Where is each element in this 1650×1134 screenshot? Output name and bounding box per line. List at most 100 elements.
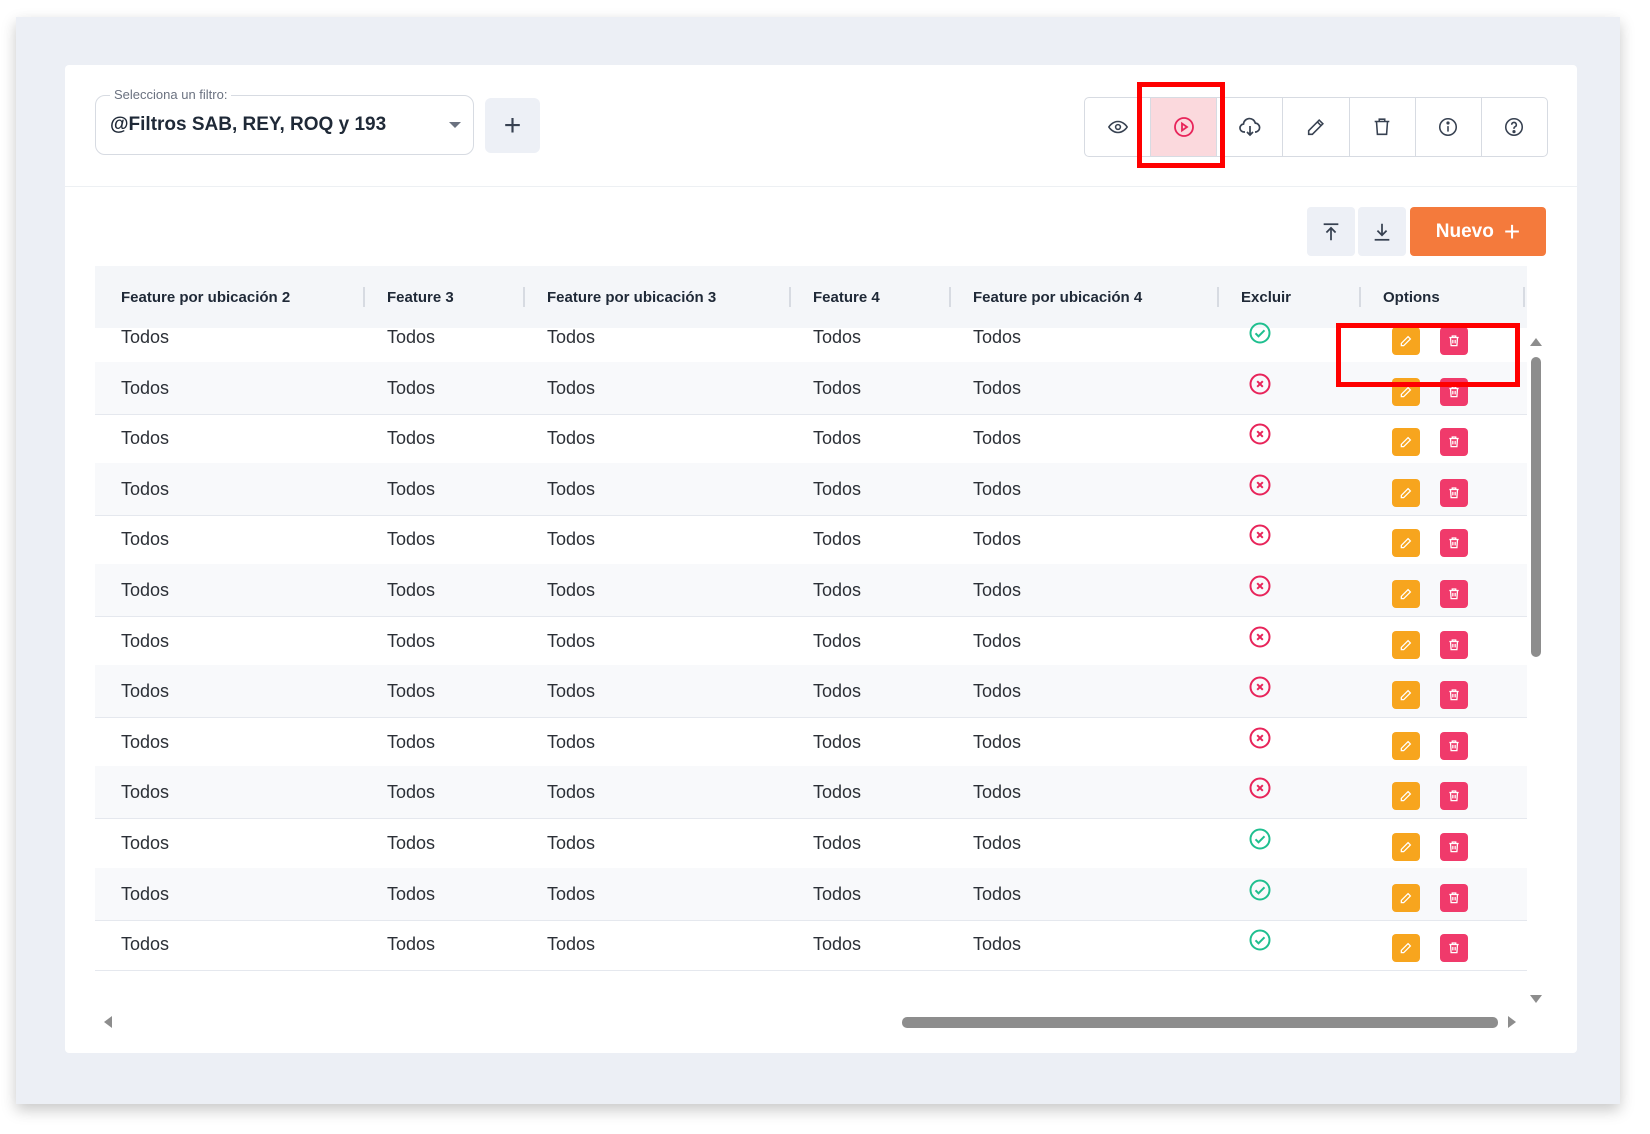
delete-row-button[interactable]	[1440, 529, 1468, 558]
help-button[interactable]	[1482, 98, 1547, 156]
info-button[interactable]	[1416, 98, 1482, 156]
table-row[interactable]: Todos Todos Todos Todos Todos	[95, 361, 1527, 415]
table-cell: Todos	[387, 934, 436, 955]
scroll-right-arrow[interactable]	[1508, 1016, 1516, 1028]
delete-row-button[interactable]	[1440, 478, 1468, 507]
scroll-up-arrow[interactable]	[1530, 338, 1542, 346]
delete-row-button[interactable]	[1440, 731, 1468, 760]
table-row[interactable]: Todos Todos Todos Todos Todos	[95, 311, 1527, 364]
delete-row-button[interactable]	[1440, 934, 1468, 963]
table-row[interactable]: Todos Todos Todos Todos Todos	[95, 564, 1527, 617]
run-button[interactable]	[1151, 98, 1218, 156]
delete-row-button[interactable]	[1440, 377, 1468, 406]
edit-row-button[interactable]	[1392, 428, 1420, 457]
table-row[interactable]: Todos Todos Todos Todos Todos	[95, 412, 1527, 466]
table-cell: Todos	[813, 428, 862, 449]
edit-row-button[interactable]	[1392, 934, 1420, 963]
table-row[interactable]: Todos Todos Todos Todos Todos	[95, 615, 1527, 668]
delete-row-button[interactable]	[1440, 833, 1468, 861]
delete-filter-button[interactable]	[1350, 98, 1416, 156]
download-button[interactable]	[1358, 207, 1406, 256]
new-button[interactable]: Nuevo +	[1410, 207, 1546, 256]
table-cell: Todos	[813, 782, 862, 803]
table-cell: Todos	[973, 782, 1022, 803]
delete-row-button[interactable]	[1440, 428, 1468, 457]
delete-row-button[interactable]	[1440, 327, 1468, 355]
table-cell: Todos	[973, 681, 1022, 702]
scroll-left-arrow[interactable]	[104, 1016, 112, 1028]
table-cell: Todos	[547, 630, 596, 651]
delete-row-button[interactable]	[1440, 580, 1468, 608]
table-cell: Todos	[973, 478, 1022, 499]
filter-select[interactable]: Selecciona un filtro: @Filtros SAB, REY,…	[95, 87, 474, 155]
edit-row-button[interactable]	[1392, 731, 1420, 760]
vertical-scrollbar[interactable]	[1531, 357, 1541, 657]
table-cell: Todos	[121, 327, 170, 347]
help-icon	[1505, 117, 1524, 137]
edit-row-button[interactable]	[1392, 529, 1420, 558]
table-row[interactable]: Todos Todos Todos Todos Todos	[95, 766, 1527, 820]
table-cell: Todos	[547, 681, 596, 702]
delete-row-button[interactable]	[1440, 782, 1468, 811]
edit-row-button[interactable]	[1392, 327, 1420, 355]
table-cell: Todos	[121, 478, 170, 499]
chevron-down-icon[interactable]	[449, 122, 461, 128]
edit-row-button[interactable]	[1392, 782, 1420, 811]
table-row[interactable]: Todos Todos Todos Todos Todos	[95, 817, 1527, 870]
check-circle-icon	[1248, 321, 1272, 345]
cloud-download-button[interactable]	[1217, 98, 1284, 156]
delete-row-button[interactable]	[1440, 681, 1468, 710]
edit-filter-button[interactable]	[1283, 98, 1350, 156]
table-cell: Todos	[973, 934, 1022, 955]
table-cell: Todos	[973, 580, 1022, 600]
eye-icon	[1107, 120, 1128, 134]
edit-row-button[interactable]	[1392, 580, 1420, 608]
data-table: Feature por ubicación 2 Feature 3 Feature …	[95, 266, 1527, 1013]
filter-label: Selecciona un filtro:	[110, 87, 232, 103]
x-circle-icon	[1248, 473, 1272, 497]
column-separator	[1523, 287, 1525, 307]
table-row[interactable]: Todos Todos Todos Todos Todos	[95, 716, 1527, 769]
table-cell: Todos	[973, 377, 1022, 398]
edit-row-button[interactable]	[1392, 377, 1420, 406]
table-row[interactable]: Todos Todos Todos Todos Todos	[95, 462, 1527, 516]
plus-icon: +	[1503, 215, 1521, 247]
info-icon	[1439, 117, 1458, 137]
table-cell: Todos	[973, 529, 1022, 550]
check-circle-icon	[1248, 827, 1272, 851]
view-button[interactable]	[1085, 98, 1152, 156]
cloud-download-icon	[1238, 117, 1261, 137]
edit-row-button[interactable]	[1392, 630, 1420, 659]
table-cell: Todos	[547, 327, 596, 347]
upload-button[interactable]	[1307, 207, 1355, 256]
table-cell: Todos	[387, 883, 436, 904]
table-cell: Todos	[121, 681, 170, 702]
delete-row-button[interactable]	[1440, 883, 1468, 912]
add-filter-button[interactable]: +	[485, 98, 540, 153]
table-row[interactable]: Todos Todos Todos Todos Todos	[95, 513, 1527, 567]
table-cell: Todos	[121, 833, 170, 853]
table-cell: Todos	[813, 883, 862, 904]
edit-row-button[interactable]	[1392, 681, 1420, 710]
edit-row-button[interactable]	[1392, 833, 1420, 861]
horizontal-scrollbar[interactable]	[902, 1017, 1498, 1028]
delete-row-button[interactable]	[1440, 630, 1468, 659]
edit-row-button[interactable]	[1392, 478, 1420, 507]
column-separator	[949, 287, 951, 307]
table-row[interactable]: Todos Todos Todos Todos Todos	[95, 918, 1527, 972]
table-row[interactable]: Todos Todos Todos Todos Todos	[95, 665, 1527, 719]
table-cell: Todos	[121, 731, 170, 752]
table-row[interactable]: Todos Todos Todos Todos Todos	[95, 867, 1527, 921]
column-separator	[1359, 287, 1361, 307]
upload-icon	[1323, 222, 1339, 240]
x-circle-icon	[1248, 726, 1272, 750]
scroll-down-arrow[interactable]	[1530, 995, 1542, 1003]
table-cell: Todos	[547, 833, 596, 853]
x-circle-icon	[1248, 675, 1272, 699]
table-cell: Todos	[121, 428, 170, 449]
table-cell: Todos	[547, 529, 596, 550]
download-icon	[1374, 223, 1390, 241]
table-cell: Todos	[547, 883, 596, 904]
table-cell: Todos	[121, 934, 170, 955]
edit-row-button[interactable]	[1392, 883, 1420, 912]
